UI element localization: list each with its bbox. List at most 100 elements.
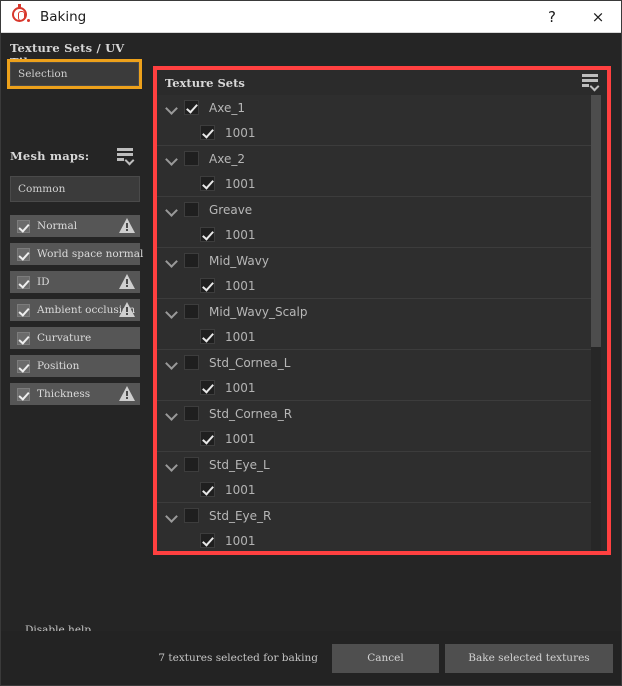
uv-tile-row[interactable]: 1001: [157, 324, 591, 349]
mesh-map-label: Position: [37, 360, 80, 372]
mesh-map-checkbox[interactable]: [17, 303, 30, 317]
mesh-map-checkbox[interactable]: [17, 219, 30, 233]
texture-set-group: Mid_Wavy 1001: [157, 248, 591, 299]
list-menu-icon[interactable]: [117, 148, 136, 165]
close-button[interactable]: ×: [575, 1, 621, 33]
texture-sets-scrollbar[interactable]: [591, 95, 601, 551]
texture-set-label: Mid_Wavy: [209, 253, 269, 268]
warning-icon: [119, 218, 135, 233]
texture-set-checkbox[interactable]: [184, 253, 199, 268]
mesh-map-checkbox[interactable]: [17, 275, 30, 289]
texture-set-label: Axe_1: [209, 100, 245, 115]
chevron-down-icon[interactable]: [165, 305, 179, 319]
common-dropdown[interactable]: Common: [10, 176, 140, 202]
dialog-body: Texture Sets / UV Tiles Selection Mesh m…: [1, 33, 621, 685]
cancel-button[interactable]: Cancel: [332, 643, 439, 673]
texture-set-row[interactable]: Axe_1: [157, 95, 591, 120]
texture-set-row[interactable]: Axe_2: [157, 146, 591, 171]
texture-set-row[interactable]: Greave: [157, 197, 591, 222]
texture-set-label: Axe_2: [209, 151, 245, 166]
uv-tile-row[interactable]: 1001: [157, 120, 591, 145]
mesh-map-row[interactable]: ID: [10, 271, 140, 293]
texture-sets-header: Texture Sets: [157, 70, 607, 95]
uv-tile-checkbox[interactable]: [200, 380, 215, 395]
uv-tile-row[interactable]: 1001: [157, 528, 591, 551]
uv-tile-checkbox[interactable]: [200, 176, 215, 191]
uv-tile-checkbox[interactable]: [200, 329, 215, 344]
uv-tile-row[interactable]: 1001: [157, 426, 591, 451]
texture-set-group: Std_Cornea_R 1001: [157, 401, 591, 452]
uv-tile-row[interactable]: 1001: [157, 222, 591, 247]
uv-tile-row[interactable]: 1001: [157, 375, 591, 400]
chevron-down-icon[interactable]: [165, 407, 179, 421]
uv-tile-row[interactable]: 1001: [157, 171, 591, 196]
chevron-down-icon[interactable]: [165, 152, 179, 166]
texture-set-row[interactable]: Mid_Wavy: [157, 248, 591, 273]
texture-set-label: Mid_Wavy_Scalp: [209, 304, 308, 319]
help-button[interactable]: ?: [529, 1, 575, 33]
list-menu-icon[interactable]: [582, 74, 601, 91]
uv-tile-label: 1001: [225, 431, 256, 446]
texture-set-label: Std_Eye_R: [209, 508, 272, 523]
mesh-map-row[interactable]: Ambient occlusion: [10, 299, 140, 321]
scrollbar-thumb[interactable]: [591, 95, 601, 347]
texture-set-group: Axe_2 1001: [157, 146, 591, 197]
texture-set-label: Std_Eye_L: [209, 457, 270, 472]
texture-set-row[interactable]: Std_Cornea_R: [157, 401, 591, 426]
selected-count-status: 7 textures selected for baking: [158, 652, 318, 664]
mesh-map-checkbox[interactable]: [17, 387, 30, 401]
chevron-down-icon[interactable]: [165, 458, 179, 472]
bake-selected-textures-button[interactable]: Bake selected textures: [445, 643, 613, 673]
warning-icon: [119, 302, 135, 317]
texture-set-checkbox[interactable]: [184, 508, 199, 523]
chevron-down-icon[interactable]: [165, 254, 179, 268]
texture-set-checkbox[interactable]: [184, 457, 199, 472]
window-controls: ? ×: [529, 1, 621, 33]
uv-tile-checkbox[interactable]: [200, 227, 215, 242]
texture-set-checkbox[interactable]: [184, 355, 199, 370]
texture-set-label: Std_Cornea_L: [209, 355, 291, 370]
uv-tile-label: 1001: [225, 125, 256, 140]
uv-tile-checkbox[interactable]: [200, 125, 215, 140]
uv-tile-checkbox[interactable]: [200, 533, 215, 548]
texture-set-checkbox[interactable]: [184, 304, 199, 319]
texture-sets-panel: Texture Sets Axe_1 1001 Axe_2 1001 Greave 100…: [157, 70, 607, 551]
chevron-down-icon[interactable]: [165, 101, 179, 115]
texture-set-row[interactable]: Std_Eye_R: [157, 503, 591, 528]
mesh-map-row[interactable]: Position: [10, 355, 140, 377]
uv-tile-label: 1001: [225, 533, 256, 548]
uv-tile-row[interactable]: 1001: [157, 273, 591, 298]
mesh-map-row[interactable]: World space normal: [10, 243, 143, 265]
chevron-down-icon[interactable]: [165, 356, 179, 370]
mesh-map-checkbox[interactable]: [17, 331, 30, 345]
texture-set-row[interactable]: Std_Cornea_L: [157, 350, 591, 375]
warning-icon: [119, 386, 135, 401]
texture-set-row[interactable]: Std_Eye_L: [157, 452, 591, 477]
chevron-down-icon[interactable]: [165, 203, 179, 217]
mesh-map-row[interactable]: Curvature: [10, 327, 140, 349]
mesh-map-row[interactable]: Thickness: [10, 383, 140, 405]
texture-set-checkbox[interactable]: [184, 202, 199, 217]
mesh-maps-title: Mesh maps:: [10, 149, 90, 163]
left-panel: Texture Sets / UV Tiles Selection Mesh m…: [1, 33, 153, 685]
mesh-map-row[interactable]: Normal: [10, 215, 140, 237]
uv-tile-checkbox[interactable]: [200, 431, 215, 446]
uv-tile-checkbox[interactable]: [200, 482, 215, 497]
footer-bar: 7 textures selected for baking Cancel Ba…: [1, 631, 621, 685]
mesh-map-checkbox[interactable]: [17, 247, 30, 261]
uv-tile-label: 1001: [225, 380, 256, 395]
texture-set-checkbox[interactable]: [184, 406, 199, 421]
texture-set-checkbox[interactable]: [184, 100, 199, 115]
uv-tile-row[interactable]: 1001: [157, 477, 591, 502]
chevron-down-icon[interactable]: [165, 509, 179, 523]
texture-set-checkbox[interactable]: [184, 151, 199, 166]
selection-dropdown[interactable]: Selection: [10, 62, 139, 86]
mesh-map-checkbox[interactable]: [17, 359, 30, 373]
title-bar: Baking ? ×: [1, 1, 621, 33]
texture-set-group: Greave 1001: [157, 197, 591, 248]
texture-set-row[interactable]: Mid_Wavy_Scalp: [157, 299, 591, 324]
uv-tile-label: 1001: [225, 482, 256, 497]
texture-sets-title: Texture Sets: [165, 75, 245, 90]
uv-tile-checkbox[interactable]: [200, 278, 215, 293]
warning-icon: [119, 274, 135, 289]
